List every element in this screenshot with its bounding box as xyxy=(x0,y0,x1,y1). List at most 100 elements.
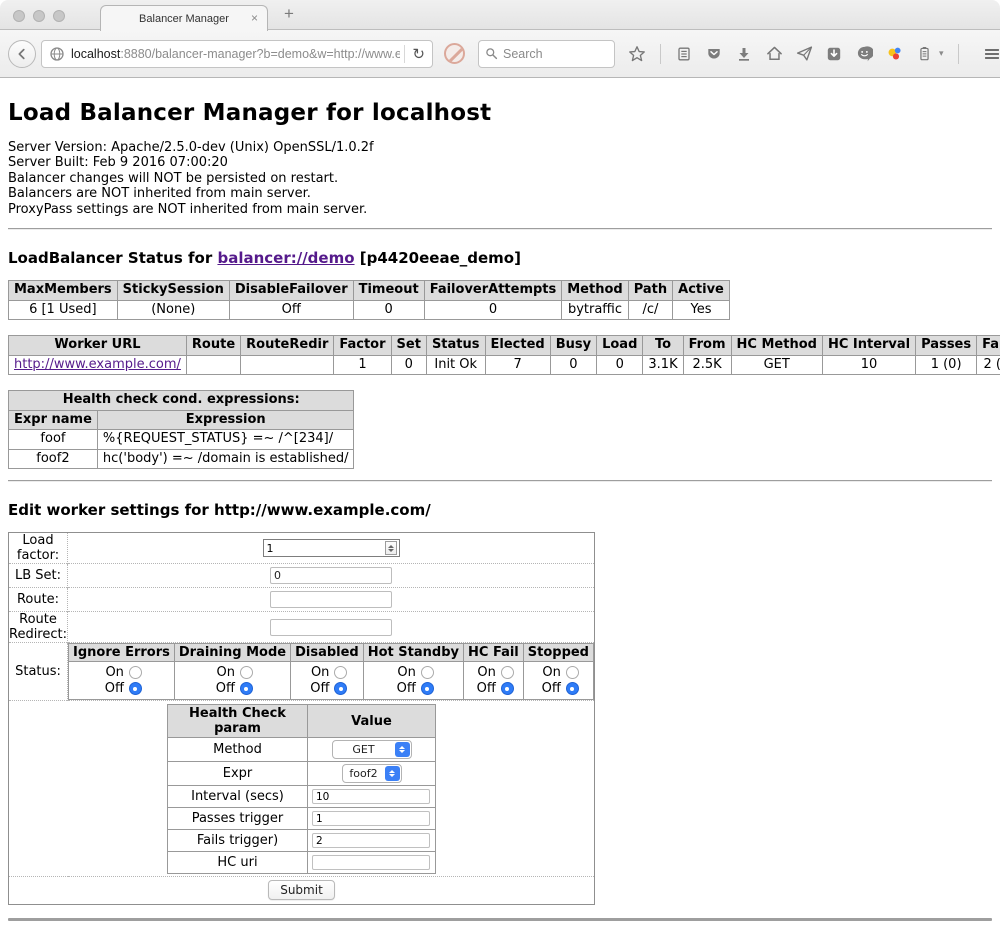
expr-select[interactable]: foof2 xyxy=(342,764,402,783)
divider xyxy=(8,480,992,482)
radio-disabled-on[interactable] xyxy=(334,666,347,679)
bookmarks-panel-icon[interactable] xyxy=(675,45,693,63)
colored-dots-icon[interactable] xyxy=(885,45,903,63)
search-bar[interactable] xyxy=(478,40,615,68)
menu-icon[interactable] xyxy=(983,45,1000,63)
table-header-row: Expr name Expression xyxy=(9,410,354,430)
browser-window: Balancer Manager × + localhost:8880/bala… xyxy=(0,0,1000,927)
radio-ignore-errors-off[interactable] xyxy=(129,682,142,695)
save-to-device-icon[interactable] xyxy=(825,45,843,63)
radio-ignore-errors-on[interactable] xyxy=(129,666,142,679)
status-radio-row: On Off On Off On Off xyxy=(69,662,594,700)
home-icon[interactable] xyxy=(765,45,783,63)
route-redirect-label: Route Redirect: xyxy=(9,612,68,643)
table-row: foof2 hc('body') =~ /domain is establish… xyxy=(9,449,354,469)
back-arrow-icon xyxy=(15,47,29,61)
bookmark-star-icon[interactable] xyxy=(628,45,646,63)
back-button[interactable] xyxy=(8,40,36,68)
worker-url-link[interactable]: http://www.example.com/ xyxy=(14,357,181,372)
pocket-icon[interactable] xyxy=(705,45,723,63)
form-row-status: Status: Ignore Errors Draining Mode Disa… xyxy=(9,643,595,701)
worker-table: Worker URL Route RouteRedir Factor Set S… xyxy=(8,335,1000,375)
balancer-demo-link[interactable]: balancer://demo xyxy=(217,249,354,267)
form-row-route-redirect: Route Redirect: xyxy=(9,612,595,643)
window-zoom-button[interactable] xyxy=(53,10,65,22)
send-tab-icon[interactable] xyxy=(795,45,813,63)
search-icon xyxy=(485,47,498,60)
passes-trigger-input[interactable] xyxy=(312,811,430,826)
edit-worker-heading: Edit worker settings for http://www.exam… xyxy=(8,501,992,519)
globe-icon xyxy=(49,46,65,62)
radio-hc-fail-on[interactable] xyxy=(501,666,514,679)
clipboard-battery-icon[interactable] xyxy=(915,45,933,63)
lb-set-input[interactable] xyxy=(270,567,392,584)
window-close-button[interactable] xyxy=(13,10,25,22)
search-input[interactable] xyxy=(503,47,603,61)
persist-notice-line: Balancer changes will NOT be persisted o… xyxy=(8,171,992,186)
table-header-row: MaxMembers StickySession DisableFailover… xyxy=(9,281,730,301)
divider xyxy=(8,228,992,230)
form-row-lb-set: LB Set: xyxy=(9,564,595,588)
hc-row-expr: Expr foof2 xyxy=(168,762,436,786)
edit-worker-form: Load factor: LB Set: Route: Route Redire… xyxy=(8,532,595,905)
content-blocked-icon[interactable] xyxy=(444,43,465,64)
hc-row-passes: Passes trigger xyxy=(168,808,436,830)
form-row-health-check: Health Check param Value Method GET xyxy=(9,701,595,877)
table-row: 6 [1 Used] (None) Off 0 0 bytraffic /c/ … xyxy=(9,300,730,320)
route-redirect-input[interactable] xyxy=(270,619,392,636)
feedback-smiley-icon[interactable] xyxy=(855,45,873,63)
server-version-line: Server Version: Apache/2.5.0-dev (Unix) … xyxy=(8,140,992,155)
window-controls xyxy=(13,10,65,22)
radio-draining-mode-on[interactable] xyxy=(240,666,253,679)
form-row-submit: Submit xyxy=(9,877,595,905)
balancers-notice-line: Balancers are NOT inherited from main se… xyxy=(8,186,992,201)
radio-hot-standby-on[interactable] xyxy=(421,666,434,679)
toolbar-divider xyxy=(660,44,661,64)
status-label: Status: xyxy=(9,643,68,701)
page-content: Load Balancer Manager for localhost Serv… xyxy=(0,78,1000,921)
radio-hc-fail-off[interactable] xyxy=(501,682,514,695)
interval-input[interactable] xyxy=(312,789,430,804)
bottom-divider xyxy=(8,918,992,921)
window-minimize-button[interactable] xyxy=(33,10,45,22)
hc-uri-input[interactable] xyxy=(312,855,430,870)
form-row-load-factor: Load factor: xyxy=(9,533,595,564)
table-header-row: Worker URL Route RouteRedir Factor Set S… xyxy=(9,336,1000,356)
fails-trigger-input[interactable] xyxy=(312,833,430,848)
toolbar-buttons: ▾ xyxy=(628,44,1000,64)
route-input[interactable] xyxy=(270,591,392,608)
address-bar[interactable]: localhost:8880/balancer-manager?b=demo&w… xyxy=(41,40,433,68)
server-info: Server Version: Apache/2.5.0-dev (Unix) … xyxy=(8,140,992,217)
hc-row-method: Method GET xyxy=(168,738,436,762)
tab-title: Balancer Manager xyxy=(139,13,229,25)
overflow-caret-icon[interactable]: ▾ xyxy=(939,49,944,59)
server-built-line: Server Built: Feb 9 2016 07:00:20 xyxy=(8,155,992,170)
health-check-expressions-table: Health check cond. expressions: Expr nam… xyxy=(8,390,354,469)
method-select[interactable]: GET xyxy=(332,740,412,759)
new-tab-button[interactable]: + xyxy=(284,4,294,24)
hc-row-interval: Interval (secs) xyxy=(168,786,436,808)
health-check-param-table: Health Check param Value Method GET xyxy=(167,704,436,874)
tab-balancer-manager[interactable]: Balancer Manager × xyxy=(100,5,268,31)
radio-hot-standby-off[interactable] xyxy=(421,682,434,695)
radio-stopped-on[interactable] xyxy=(566,666,579,679)
tab-bar: Balancer Manager × + xyxy=(0,0,1000,30)
hc-row-fails: Fails trigger) xyxy=(168,830,436,852)
radio-stopped-off[interactable] xyxy=(566,682,579,695)
downloads-icon[interactable] xyxy=(735,45,753,63)
radio-disabled-off[interactable] xyxy=(334,682,347,695)
radio-draining-mode-off[interactable] xyxy=(240,682,253,695)
table-header-row: Health Check param Value xyxy=(168,705,436,738)
submit-button[interactable]: Submit xyxy=(268,880,335,900)
navigation-toolbar: localhost:8880/balancer-manager?b=demo&w… xyxy=(0,30,1000,78)
hc-row-hc-uri: HC uri xyxy=(168,852,436,874)
table-header-row: Ignore Errors Draining Mode Disabled Hot… xyxy=(69,644,594,662)
balancer-status-heading: LoadBalancer Status for balancer://demo … xyxy=(8,249,992,267)
url-text: localhost:8880/balancer-manager?b=demo&w… xyxy=(71,47,400,61)
table-title-row: Health check cond. expressions: xyxy=(9,391,354,411)
route-label: Route: xyxy=(9,588,68,612)
number-spinner-icon[interactable] xyxy=(385,541,397,555)
reload-button[interactable]: ↻ xyxy=(409,45,428,63)
load-factor-input[interactable] xyxy=(263,539,400,557)
tab-close-icon[interactable]: × xyxy=(251,11,258,25)
